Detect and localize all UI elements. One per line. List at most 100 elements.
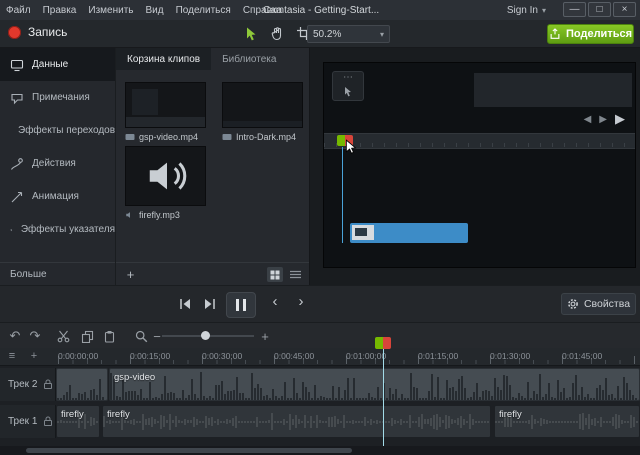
sidebar-item-animations[interactable]: Анимация: [0, 180, 115, 213]
step-forward-button[interactable]: [201, 296, 219, 312]
share-label: Поделиться: [565, 28, 633, 40]
ellipsis-icon: ⋯: [343, 72, 353, 83]
menu-share[interactable]: Поделиться: [170, 0, 237, 20]
previous-clip-button[interactable]: ‹: [266, 293, 284, 310]
lock-icon[interactable]: [43, 379, 53, 390]
clip-firefly-2[interactable]: firefly: [102, 405, 491, 438]
preview-clip-bar: [350, 223, 468, 243]
ruler-label: 0:00:30;00: [202, 351, 243, 361]
share-button[interactable]: Поделиться: [547, 24, 634, 44]
preview-overlay-toolbar: ⋯: [332, 71, 364, 101]
ruler-label: 0:01:30;00: [490, 351, 531, 361]
clip-gsp-video-head[interactable]: [56, 368, 108, 401]
signin-label: Sign In: [506, 4, 538, 16]
maximize-button[interactable]: □: [588, 2, 611, 17]
undo-button[interactable]: ↶: [6, 328, 24, 344]
add-media-button[interactable]: +: [122, 266, 139, 283]
video-file-icon: [125, 134, 135, 140]
pause-icon: [243, 299, 246, 311]
next-clip-button[interactable]: ›: [292, 293, 310, 310]
menu-view[interactable]: Вид: [139, 0, 169, 20]
sidebar-more-button[interactable]: Больше: [0, 262, 115, 285]
sidebar-item-annotations[interactable]: Примечания: [0, 81, 115, 114]
zoom-select[interactable]: 50.2% ▾: [307, 25, 390, 43]
track-header-2[interactable]: Трек 2: [0, 368, 56, 401]
chevron-down-icon: ▾: [541, 5, 546, 15]
cursor-effects-icon: [10, 228, 13, 231]
sidebar-item-behaviors[interactable]: Действия: [0, 147, 115, 180]
minimize-button[interactable]: —: [563, 2, 586, 17]
scrollbar-handle[interactable]: [26, 448, 352, 453]
redo-button[interactable]: ↷: [26, 328, 44, 344]
menu-edit[interactable]: Правка: [37, 0, 83, 20]
media-label-gsp-video[interactable]: gsp-video.mp4: [125, 132, 198, 142]
canvas-area: ⋯ ◀ ▶ ▶: [310, 48, 640, 285]
media-name: firefly.mp3: [139, 210, 180, 220]
media-icon: [10, 59, 24, 71]
add-track-icon[interactable]: +: [26, 350, 42, 362]
track-name: Трек 2: [8, 379, 38, 390]
menu-modify[interactable]: Изменить: [82, 0, 139, 20]
playhead-line[interactable]: [383, 349, 384, 446]
sidebar-item-cursor-effects[interactable]: Эффекты указателя: [0, 213, 115, 246]
clip-label: firefly: [61, 409, 84, 420]
timeline-toolbar: ↶ ↷ − + 0:01:07;10: [0, 322, 640, 348]
step-back-button[interactable]: [176, 296, 194, 312]
grid-view-button[interactable]: [267, 267, 283, 282]
scissors-icon: [57, 330, 69, 342]
timeline-zoom-slider-handle[interactable]: [201, 331, 210, 340]
list-view-icon: [289, 270, 301, 279]
properties-button[interactable]: Свойства: [561, 293, 636, 315]
preview-playhead-in: [337, 135, 345, 146]
signin-menu[interactable]: Sign In ▾: [507, 0, 546, 20]
skip-forward-icon: ▶: [599, 113, 607, 125]
media-label-firefly[interactable]: firefly.mp3: [125, 210, 180, 220]
copy-button[interactable]: [78, 328, 96, 344]
playhead-out-handle[interactable]: [383, 337, 391, 349]
select-tool-button[interactable]: [243, 25, 260, 42]
play-icon: ▶: [615, 111, 625, 126]
preview-timeline-ruler: [324, 133, 635, 149]
cursor-icon: [345, 87, 351, 97]
media-label-intro-dark[interactable]: Intro-Dark.mp4: [222, 132, 296, 142]
speech-bubble-icon: [11, 93, 23, 104]
clip-firefly-1[interactable]: firefly: [56, 405, 100, 438]
video-preview[interactable]: ⋯ ◀ ▶ ▶: [323, 62, 636, 268]
playhead-in-handle[interactable]: [375, 337, 383, 349]
pause-button[interactable]: [226, 292, 256, 318]
record-button[interactable]: Запись: [8, 25, 67, 39]
thumb-preview-strip: [126, 117, 205, 127]
hand-icon: [271, 27, 282, 41]
media-thumb-intro-dark[interactable]: [222, 82, 303, 128]
timeline-scrollbar[interactable]: [0, 446, 640, 455]
close-button[interactable]: ×: [613, 2, 636, 17]
more-label: Больше: [10, 268, 47, 280]
list-view-button[interactable]: [287, 267, 303, 282]
clip-gsp-video[interactable]: gsp-video: [109, 368, 640, 401]
pan-tool-button[interactable]: [269, 25, 286, 42]
ruler-label: 0:01:45;00: [562, 351, 603, 361]
paste-button[interactable]: [100, 328, 118, 344]
tab-clip-bin[interactable]: Корзина клипов: [116, 48, 212, 70]
clip-label: firefly: [499, 409, 522, 420]
window-controls: — □ ×: [563, 2, 636, 17]
ruler-label: 0:00:00;00: [58, 351, 99, 361]
media-thumb-gsp-video[interactable]: [125, 82, 206, 128]
video-file-icon: [222, 134, 232, 140]
menu-file[interactable]: Файл: [0, 0, 37, 20]
sidebar-item-media[interactable]: Данные: [0, 48, 115, 81]
zoom-in-button[interactable]: +: [256, 328, 274, 344]
tab-library[interactable]: Библиотека: [211, 48, 287, 70]
sidebar-item-label: Эффекты переходов: [18, 125, 115, 136]
timeline-ruler[interactable]: ≡ + 0:00:00;00 0:00:15;00 0:00:30;00 0:0…: [0, 348, 640, 366]
clip-firefly-3[interactable]: firefly: [494, 405, 640, 438]
track-options-icon[interactable]: ≡: [4, 350, 20, 362]
sidebar-item-transitions[interactable]: Эффекты переходов: [0, 114, 115, 147]
lock-icon[interactable]: [43, 416, 53, 427]
export-icon: [550, 28, 560, 39]
media-thumb-firefly[interactable]: [125, 146, 206, 206]
sidebar: Данные Примечания Эффекты переходов Дейс…: [0, 48, 116, 285]
cut-button[interactable]: [54, 328, 72, 344]
speaker-icon: [149, 162, 187, 190]
track-header-1[interactable]: Трек 1: [0, 405, 56, 438]
